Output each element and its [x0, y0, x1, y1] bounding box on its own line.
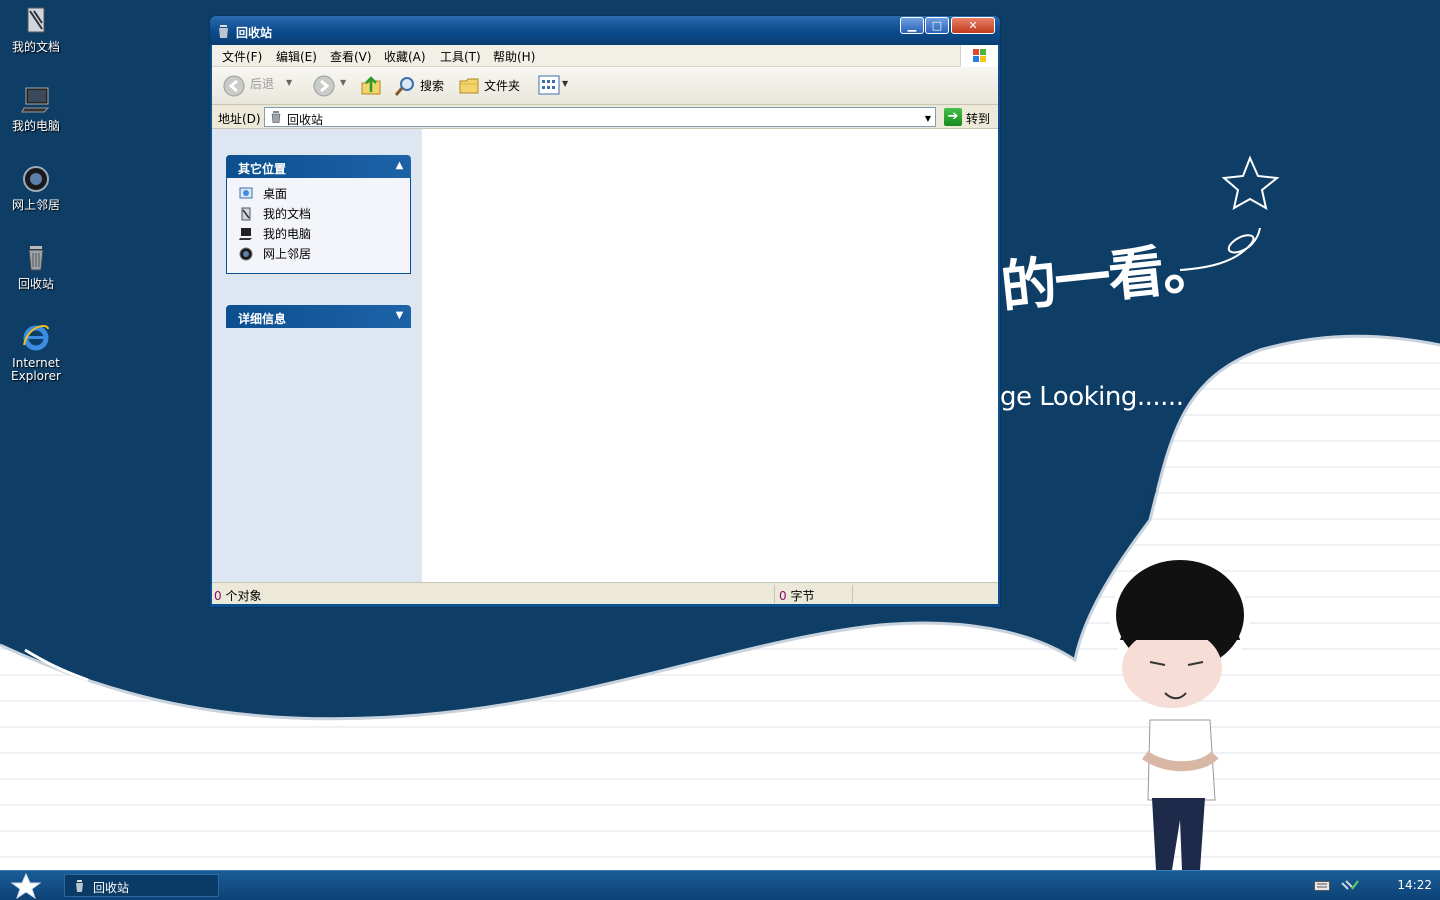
object-count-label: 个对象 [225, 589, 262, 603]
menu-tools[interactable]: 工具(T) [440, 48, 481, 65]
view-mode-button[interactable]: ▼ [538, 75, 572, 97]
back-dropdown-icon[interactable]: ▼ [286, 78, 292, 87]
desktop-icon [239, 187, 253, 199]
status-byte-count: 0 字节 [779, 587, 814, 604]
status-divider [774, 585, 775, 603]
search-icon [394, 77, 414, 96]
place-link-my-documents[interactable]: 我的文档 [239, 205, 410, 225]
go-button[interactable]: ➔ 转到 [942, 107, 994, 127]
place-link-network-places[interactable]: 网上邻居 [239, 245, 410, 265]
taskbar: 回收站 14:22 [0, 870, 1440, 900]
byte-count-label: 字节 [790, 589, 815, 603]
network-status-icon[interactable] [1340, 879, 1360, 893]
address-bar: 地址(D) 回收站 ▼ ➔ 转到 [212, 105, 998, 129]
desktop-icon-network-places[interactable]: 网上邻居 [0, 163, 72, 212]
forward-arrow-icon [313, 75, 335, 97]
view-grid-icon [538, 75, 560, 95]
desktop-icon-my-computer[interactable]: 我的电脑 [0, 84, 72, 133]
search-button[interactable]: 搜索 [394, 73, 450, 99]
place-label: 网上邻居 [263, 247, 312, 261]
go-label: 转到 [966, 112, 991, 126]
file-list-area[interactable] [422, 129, 998, 582]
status-object-count: 0 个对象 [214, 587, 261, 604]
windows-logo-icon [960, 45, 998, 67]
menu-edit[interactable]: 编辑(E) [276, 48, 317, 65]
recycle-bin-icon [219, 25, 228, 38]
taskbar-item-label: 回收站 [93, 881, 130, 895]
maximize-button[interactable]: □ [925, 17, 949, 34]
forward-dropdown-icon[interactable]: ▼ [340, 78, 346, 87]
desktop-icon-recycle-bin[interactable]: 回收站 [0, 242, 72, 291]
folders-button[interactable]: 文件夹 [458, 73, 528, 99]
up-folder-icon[interactable] [360, 75, 382, 97]
place-link-my-computer[interactable]: 我的电脑 [239, 225, 410, 245]
place-label: 桌面 [263, 187, 288, 201]
folder-icon [459, 78, 479, 94]
view-dropdown-icon: ▼ [562, 79, 569, 88]
other-places-title: 其它位置 [238, 162, 287, 176]
minimize-button[interactable]: ▁ [900, 17, 924, 34]
search-label: 搜索 [420, 79, 445, 93]
my-computer-icon [21, 87, 50, 113]
object-count-value: 0 [214, 589, 222, 603]
close-button[interactable]: ✕ [951, 17, 995, 34]
menu-favorites[interactable]: 收藏(A) [384, 48, 426, 65]
other-places-panel: 其它位置 ▲ 桌面 我的文档 我的电脑 网上邻居 [226, 155, 411, 274]
menu-file[interactable]: 文件(F) [222, 48, 262, 65]
back-arrow-icon [223, 75, 245, 97]
forward-button[interactable]: ▼ [310, 73, 354, 99]
desktop-icon-internet-explorer[interactable]: Internet Explorer [0, 321, 72, 383]
details-panel: 详细信息 ▼ [226, 305, 411, 328]
back-button[interactable]: 后退 ▼ [220, 73, 300, 99]
system-tray: 14:22 [1310, 871, 1440, 900]
status-bar: 0 个对象 0 字节 [212, 582, 998, 604]
recycle-bin-icon [76, 880, 83, 892]
my-documents-icon [27, 7, 45, 33]
toolbar: 后退 ▼ ▼ 搜索 文件夹 ▼ [212, 67, 998, 105]
expand-chevron-icon[interactable]: ▼ [392, 309, 407, 324]
recycle-bin-icon [271, 111, 281, 123]
place-label: 我的文档 [263, 207, 312, 221]
other-places-body: 桌面 我的文档 我的电脑 网上邻居 [226, 178, 411, 274]
status-divider [852, 585, 853, 603]
internet-explorer-icon [23, 325, 49, 351]
keyboard-icon[interactable] [1314, 881, 1330, 891]
wallpaper-slogan-en: ge Looking...... [1000, 382, 1184, 412]
desktop-icon-label: 回收站 [17, 277, 54, 291]
menu-bar: 文件(F) 编辑(E) 查看(V) 收藏(A) 工具(T) 帮助(H) [212, 45, 998, 67]
network-places-icon [239, 247, 253, 261]
go-arrow-icon: ➔ [944, 108, 962, 126]
window-titlebar[interactable]: 回收站 ▁ □ ✕ [210, 16, 1000, 45]
place-label: 我的电脑 [263, 227, 312, 241]
collapse-chevron-icon[interactable]: ▲ [392, 159, 407, 174]
details-title: 详细信息 [238, 312, 287, 326]
menu-help[interactable]: 帮助(H) [493, 48, 535, 65]
desktop-icon-label: 我的文档 [11, 40, 60, 54]
address-label: 地址(D) [218, 112, 261, 126]
place-link-desktop[interactable]: 桌面 [239, 185, 410, 205]
network-places-icon [23, 166, 49, 192]
start-star-icon[interactable] [8, 873, 44, 899]
details-header[interactable]: 详细信息 ▼ [226, 305, 411, 328]
my-computer-icon [239, 228, 252, 240]
desktop-icon-my-documents[interactable]: 我的文档 [0, 5, 72, 54]
address-dropdown-icon[interactable]: ▼ [925, 114, 931, 123]
taskbar-item-recycle-bin[interactable]: 回收站 [64, 874, 219, 897]
task-pane: 其它位置 ▲ 桌面 我的文档 我的电脑 网上邻居 详细信息 ▼ [212, 129, 422, 582]
folders-label: 文件夹 [484, 79, 521, 93]
other-places-header[interactable]: 其它位置 ▲ [226, 155, 411, 178]
desktop-icon-label: 我的电脑 [11, 119, 60, 133]
my-documents-icon [241, 207, 251, 221]
recycle-bin-icon [28, 246, 44, 271]
recycle-bin-window[interactable]: 回收站 ▁ □ ✕ 文件(F) 编辑(E) 查看(V) 收藏(A) 工具(T) … [209, 15, 1001, 608]
desktop-icon-label: Internet Explorer [11, 356, 61, 383]
clock[interactable]: 14:22 [1397, 878, 1432, 892]
address-value: 回收站 [287, 113, 324, 127]
window-title: 回收站 [236, 26, 273, 40]
menu-view[interactable]: 查看(V) [330, 48, 372, 65]
byte-count-value: 0 [779, 589, 787, 603]
address-input[interactable]: 回收站 ▼ [264, 107, 936, 127]
back-label: 后退 [250, 77, 275, 91]
desktop-icon-label: 网上邻居 [11, 198, 60, 212]
